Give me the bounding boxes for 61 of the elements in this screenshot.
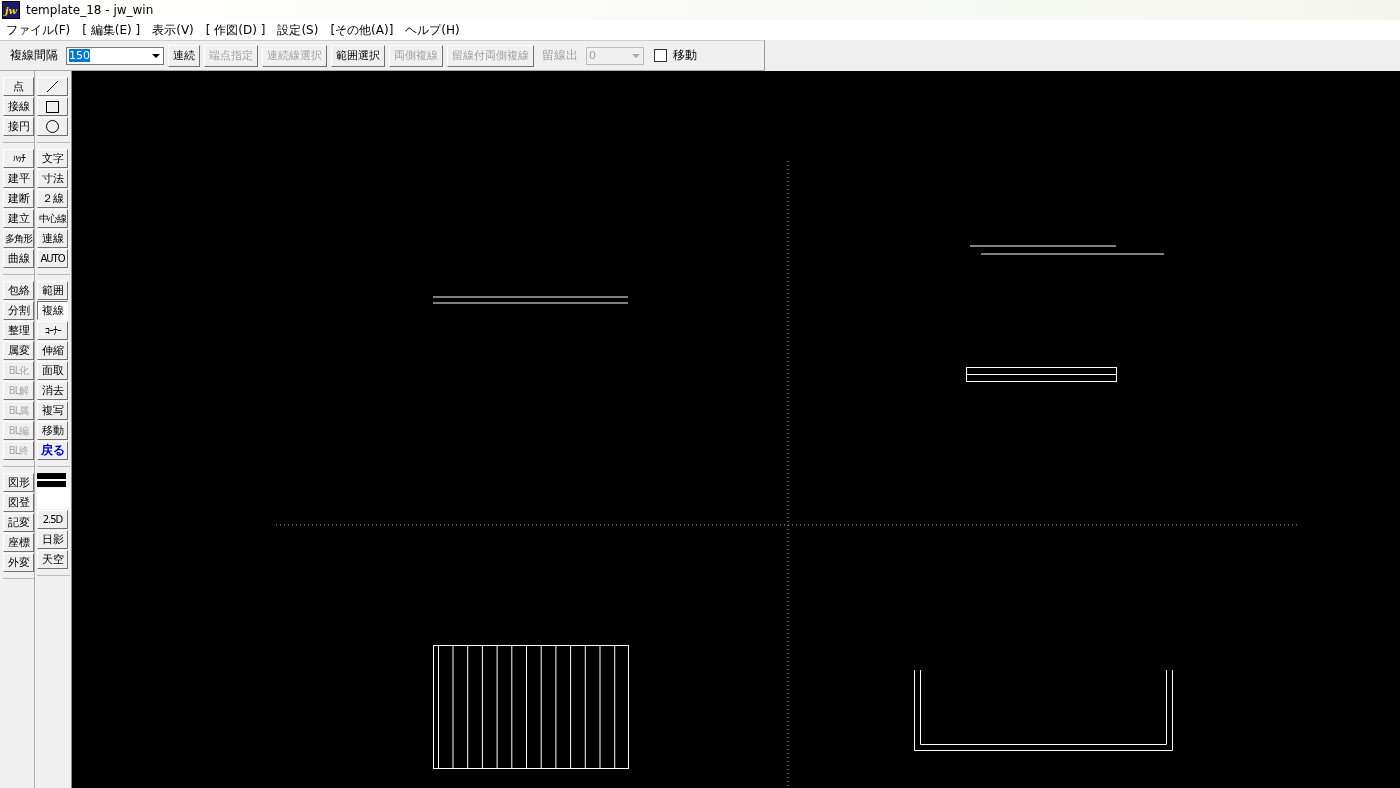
menu-item[interactable]: [その他(A)] [324,21,400,39]
tool-button[interactable]: ｺｰﾅｰ [37,321,68,340]
menu-item[interactable]: [ 編集(E) ] [76,21,147,39]
checkbox-label: 移動 [673,47,697,64]
tool-button[interactable]: 範囲 [37,281,68,300]
line-icon [46,80,59,93]
tool-button[interactable]: 消去 [37,381,68,400]
tool-button[interactable]: 図形 [3,473,34,492]
tool-button[interactable]: 面取 [37,361,68,380]
tool-button[interactable]: 記変 [3,513,34,532]
tool-button[interactable]: 曲線 [3,249,34,268]
checkbox[interactable] [654,49,667,62]
tool-button[interactable]: 日影 [37,530,68,549]
toolbar-label: 複線間隔 [9,47,59,64]
tool-button[interactable]: 戻る [37,441,68,460]
tool-button[interactable]: 文字 [37,149,68,168]
tool-button[interactable]: ﾊｯﾁ [3,149,34,168]
tool-button[interactable]: 多角形 [3,229,34,248]
tool-button[interactable]: 包絡 [3,281,34,300]
tool-button[interactable]: ２線 [37,189,68,208]
circle-icon [46,120,59,133]
tool-button[interactable]: 連線 [37,229,68,248]
tool-button[interactable]: 建平 [3,169,34,188]
menu-item[interactable]: [ 作図(D) ] [199,21,272,39]
tool-button[interactable]: 移動 [37,421,68,440]
tool-button[interactable]: 中心線 [37,209,68,228]
menu-item[interactable]: 設定(S) [271,21,325,39]
menu-item[interactable]: ヘルプ(H) [399,21,466,39]
tool-button[interactable]: 接線 [3,97,34,116]
line-tool-button[interactable] [37,77,68,96]
app-icon: jw [2,1,20,19]
tool-button[interactable]: 座標 [3,533,34,552]
menu-item[interactable]: ファイル(F) [0,21,77,39]
rectangle-tool-button[interactable] [37,97,68,116]
tool-button[interactable]: 整理 [3,321,34,340]
tool-button[interactable]: 2.5D [37,510,68,529]
tool-button[interactable]: 外変 [3,553,34,572]
tool-button[interactable]: 寸法 [37,169,68,188]
toolbar-button[interactable]: 連続 [168,44,200,67]
tool-button[interactable]: 分割 [3,301,34,320]
line-style-swatch[interactable] [37,473,66,487]
circle-tool-button[interactable] [37,117,68,136]
tool-button[interactable]: 天空 [37,550,68,569]
window-title: template_18 - jw_win [26,3,154,17]
tool-button[interactable]: 複写 [37,401,68,420]
tool-button[interactable]: 複線 [37,301,68,320]
toolbar-button[interactable]: 範囲選択 [331,44,385,67]
tool-button[interactable]: 建立 [3,209,34,228]
combo-box[interactable]: 150 [66,46,164,65]
tool-label: 戻る [41,442,64,459]
tool-button[interactable]: 伸縮 [37,341,68,360]
blank-panel [37,488,70,509]
menu-item[interactable]: 表示(V) [146,21,200,39]
tool-button[interactable]: 図登 [3,493,34,512]
tool-button[interactable]: 属変 [3,341,34,360]
rectangle-icon [46,100,59,113]
tool-button[interactable]: AUTO [37,249,68,268]
tool-button[interactable]: 点 [3,77,34,96]
tool-button[interactable]: 建断 [3,189,34,208]
toolbar-label: 留線出 [541,47,579,64]
tool-button[interactable]: 接円 [3,117,34,136]
